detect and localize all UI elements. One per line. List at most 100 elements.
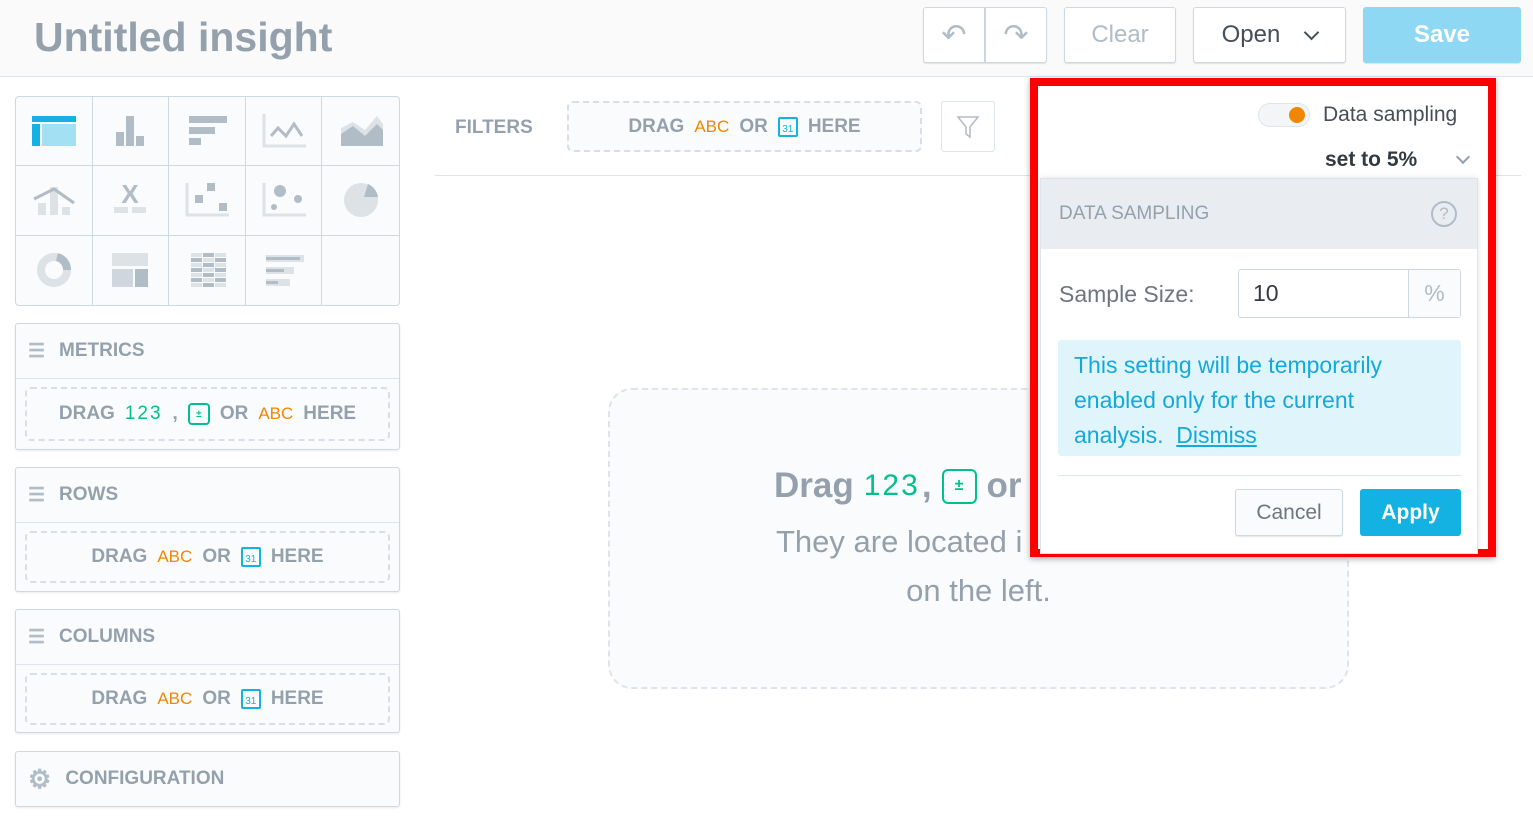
chart-type-headline[interactable]: X <box>92 166 170 236</box>
redo-button[interactable]: ↷ <box>985 7 1047 63</box>
toggle-knob <box>1289 107 1305 123</box>
chart-type-donut[interactable] <box>16 235 93 305</box>
metrics-label: METRICS <box>59 340 145 361</box>
open-button[interactable]: Open <box>1193 7 1346 63</box>
divider <box>1058 475 1461 476</box>
chart-type-table[interactable] <box>16 97 93 167</box>
scatter-chart-icon <box>185 183 229 217</box>
calendar-icon: 31 <box>240 689 261 709</box>
chart-type-heatmap[interactable] <box>169 235 246 305</box>
filters-dropzone[interactable]: DRAG ABC OR 31 HERE <box>567 101 922 152</box>
bar-chart-icon <box>188 116 227 146</box>
percent-addon: % <box>1408 270 1460 317</box>
here-text: HERE <box>303 403 357 424</box>
empty-hint-line1: They are located i <box>776 524 1023 559</box>
insight-title[interactable]: Untitled insight <box>34 14 332 61</box>
combo-chart-icon <box>33 187 75 216</box>
clear-button[interactable]: Clear <box>1064 7 1176 63</box>
or-text: or <box>986 466 1022 505</box>
treemap-chart-icon <box>112 253 149 288</box>
number-icon: 123 <box>124 403 163 424</box>
calendar-icon: 31 <box>777 116 798 137</box>
area-chart-icon <box>340 116 383 147</box>
undo-button[interactable]: ↶ <box>923 7 985 63</box>
column-chart-icon <box>116 116 145 147</box>
metrics-section: ☰ METRICS DRAG 123, ± OR ABC HERE <box>15 323 400 450</box>
open-label: Open <box>1221 21 1281 48</box>
drag-text: DRAG <box>91 688 148 709</box>
here-text: HERE <box>270 688 324 709</box>
pie-chart-icon <box>343 183 378 218</box>
sampling-dropdown[interactable]: set to 5% <box>1313 141 1478 178</box>
save-button[interactable]: Save <box>1363 7 1521 63</box>
empty-hint-line2: on the left. <box>906 573 1051 608</box>
drag-text: Drag <box>774 466 854 505</box>
calculator-icon: ± <box>187 403 210 425</box>
data-sampling-label: Data sampling <box>1323 103 1458 126</box>
columns-label: COLUMNS <box>59 626 156 647</box>
configuration-section[interactable]: ⚙ CONFIGURATION <box>15 751 400 807</box>
svg-text:X: X <box>122 181 140 209</box>
bubble-chart-icon <box>262 183 306 217</box>
chevron-down-icon <box>1304 24 1320 40</box>
or-text: OR <box>202 546 231 567</box>
panel-title: DATA SAMPLING <box>1059 203 1210 224</box>
info-message: This setting will be temporarily enabled… <box>1058 340 1461 456</box>
table-chart-icon <box>31 116 76 147</box>
calculator-icon: ± <box>941 468 977 504</box>
empty-cell <box>322 236 399 305</box>
highlight-frame: Data sampling set to 5% DATA SAMPLING ? … <box>1030 78 1496 557</box>
chart-type-combo[interactable] <box>16 166 93 236</box>
filters-label: FILTERS <box>455 117 533 138</box>
rows-label: ROWS <box>59 484 119 505</box>
comma: , <box>921 466 932 505</box>
columns-section: ☰ COLUMNS DRAG ABC OR 31 HERE <box>15 609 400 733</box>
chart-type-scatter[interactable] <box>169 166 246 236</box>
cancel-button[interactable]: Cancel <box>1235 489 1343 536</box>
chart-type-column[interactable] <box>92 97 170 167</box>
chart-type-treemap[interactable] <box>93 235 170 305</box>
help-icon[interactable]: ? <box>1431 201 1457 227</box>
attribute-icon: ABC <box>157 547 193 566</box>
drag-text: DRAG <box>628 115 685 137</box>
donut-chart-icon <box>36 253 71 288</box>
headline-chart-icon: X <box>114 181 147 214</box>
configuration-label: CONFIGURATION <box>65 768 225 789</box>
list-icon: ☰ <box>28 340 46 362</box>
drag-text: DRAG <box>58 403 115 424</box>
chart-type-bar[interactable] <box>169 97 246 167</box>
undo-icon: ↶ <box>941 18 967 52</box>
redo-icon: ↷ <box>1003 18 1029 52</box>
apply-button[interactable]: Apply <box>1360 489 1461 536</box>
rows-section: ☰ ROWS DRAG ABC OR 31 HERE <box>15 467 400 592</box>
funnel-icon <box>956 115 980 138</box>
chart-type-pie[interactable] <box>322 166 399 236</box>
data-sampling-toggle[interactable] <box>1258 103 1310 127</box>
rows-dropzone[interactable]: DRAG ABC OR 31 HERE <box>25 531 390 583</box>
chart-type-area[interactable] <box>322 97 399 167</box>
comma: , <box>172 403 178 424</box>
or-text: OR <box>202 688 231 709</box>
or-text: OR <box>739 115 768 137</box>
data-sampling-panel: DATA SAMPLING ? Sample Size: 10 % This s… <box>1040 178 1478 554</box>
columns-dropzone[interactable]: DRAG ABC OR 31 HERE <box>25 673 390 725</box>
drag-text: DRAG <box>91 546 148 567</box>
sample-size-input[interactable]: 10 <box>1239 270 1408 317</box>
header: Untitled insight ↶ ↷ Clear Open Save <box>0 0 1533 77</box>
here-text: HERE <box>807 115 861 137</box>
sampling-value: set to 5% <box>1325 147 1418 171</box>
here-text: HERE <box>270 546 324 567</box>
sample-size-label: Sample Size: <box>1059 281 1195 307</box>
chart-type-line[interactable] <box>245 97 323 167</box>
attribute-icon: ABC <box>157 689 193 708</box>
list-icon: ☰ <box>28 626 46 648</box>
chart-type-picker: X <box>15 96 400 306</box>
metrics-dropzone[interactable]: DRAG 123, ± OR ABC HERE <box>25 387 390 441</box>
dismiss-link[interactable]: Dismiss <box>1176 422 1257 448</box>
chart-type-bullet[interactable] <box>246 235 323 305</box>
filter-button[interactable] <box>941 101 995 152</box>
attribute-icon: ABC <box>258 404 294 423</box>
sample-size-field: 10 % <box>1238 269 1461 318</box>
chart-type-bubble[interactable] <box>245 166 323 236</box>
gear-icon: ⚙ <box>28 763 52 794</box>
